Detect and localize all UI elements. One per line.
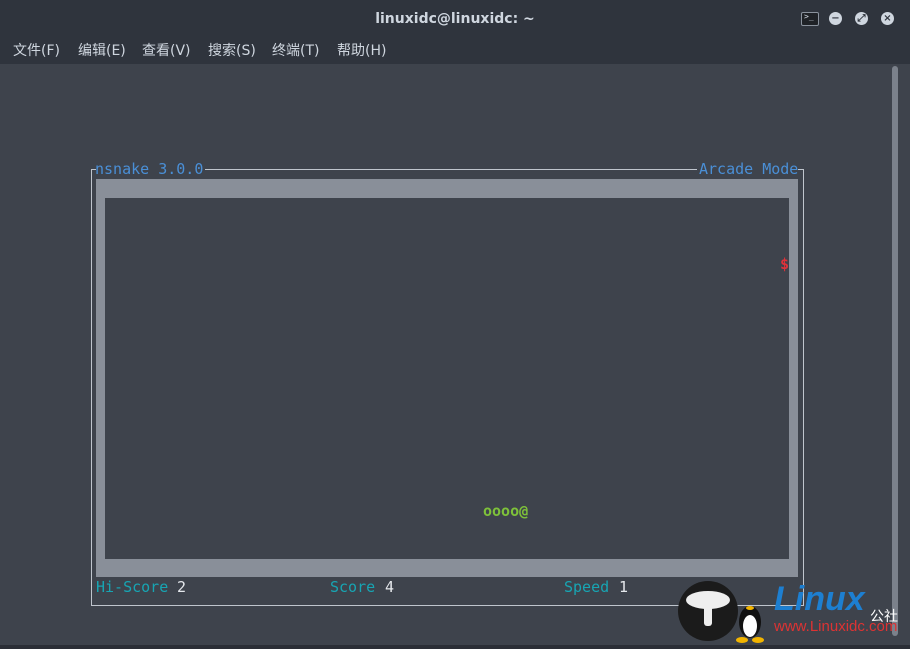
- fruit: $: [780, 255, 790, 273]
- close-icon[interactable]: ×: [881, 12, 894, 25]
- watermark-site: www.Linuxidc.com: [774, 618, 898, 635]
- game-title: nsnake 3.0.0: [95, 160, 204, 178]
- menu-search[interactable]: 搜索(S): [208, 40, 256, 60]
- menubar: 文件(F) 编辑(E) 查看(V) 搜索(S) 终端(T) 帮助(H): [0, 36, 910, 64]
- linux-mascot-icon: [678, 581, 764, 643]
- minimize-icon[interactable]: −: [829, 12, 842, 25]
- frame-top-middle: [205, 169, 697, 170]
- watermark: Linux 公社 www.Linuxidc.com: [678, 578, 910, 645]
- menu-terminal[interactable]: 终端(T): [272, 40, 319, 60]
- game-mode: Arcade Mode: [699, 160, 799, 178]
- speed-label: Speed: [564, 578, 610, 596]
- titlebar[interactable]: linuxidc@linuxidc: ~ >_ − ⤢ ×: [0, 0, 910, 36]
- watermark-brand: Linux: [774, 580, 865, 618]
- menu-view[interactable]: 查看(V): [142, 40, 191, 60]
- arena: [105, 198, 789, 559]
- hiscore-value: 2: [177, 578, 187, 596]
- menu-file[interactable]: 文件(F): [13, 40, 60, 60]
- terminal-window: linuxidc@linuxidc: ~ >_ − ⤢ × 文件(F) 编辑(E…: [0, 0, 910, 645]
- hiscore-label: Hi-Score: [96, 578, 169, 596]
- menu-help[interactable]: 帮助(H): [337, 40, 386, 60]
- menu-edit[interactable]: 编辑(E): [78, 40, 126, 60]
- scrollbar[interactable]: [892, 66, 898, 636]
- frame-top-right: [798, 169, 803, 170]
- score-value: 4: [385, 578, 395, 596]
- maximize-icon[interactable]: ⤢: [855, 12, 868, 25]
- window-title: linuxidc@linuxidc: ~: [375, 11, 535, 27]
- score-label: Score: [330, 578, 376, 596]
- terminal-icon[interactable]: >_: [801, 12, 819, 26]
- speed-value: 1: [619, 578, 629, 596]
- snake: oooo@: [483, 502, 529, 520]
